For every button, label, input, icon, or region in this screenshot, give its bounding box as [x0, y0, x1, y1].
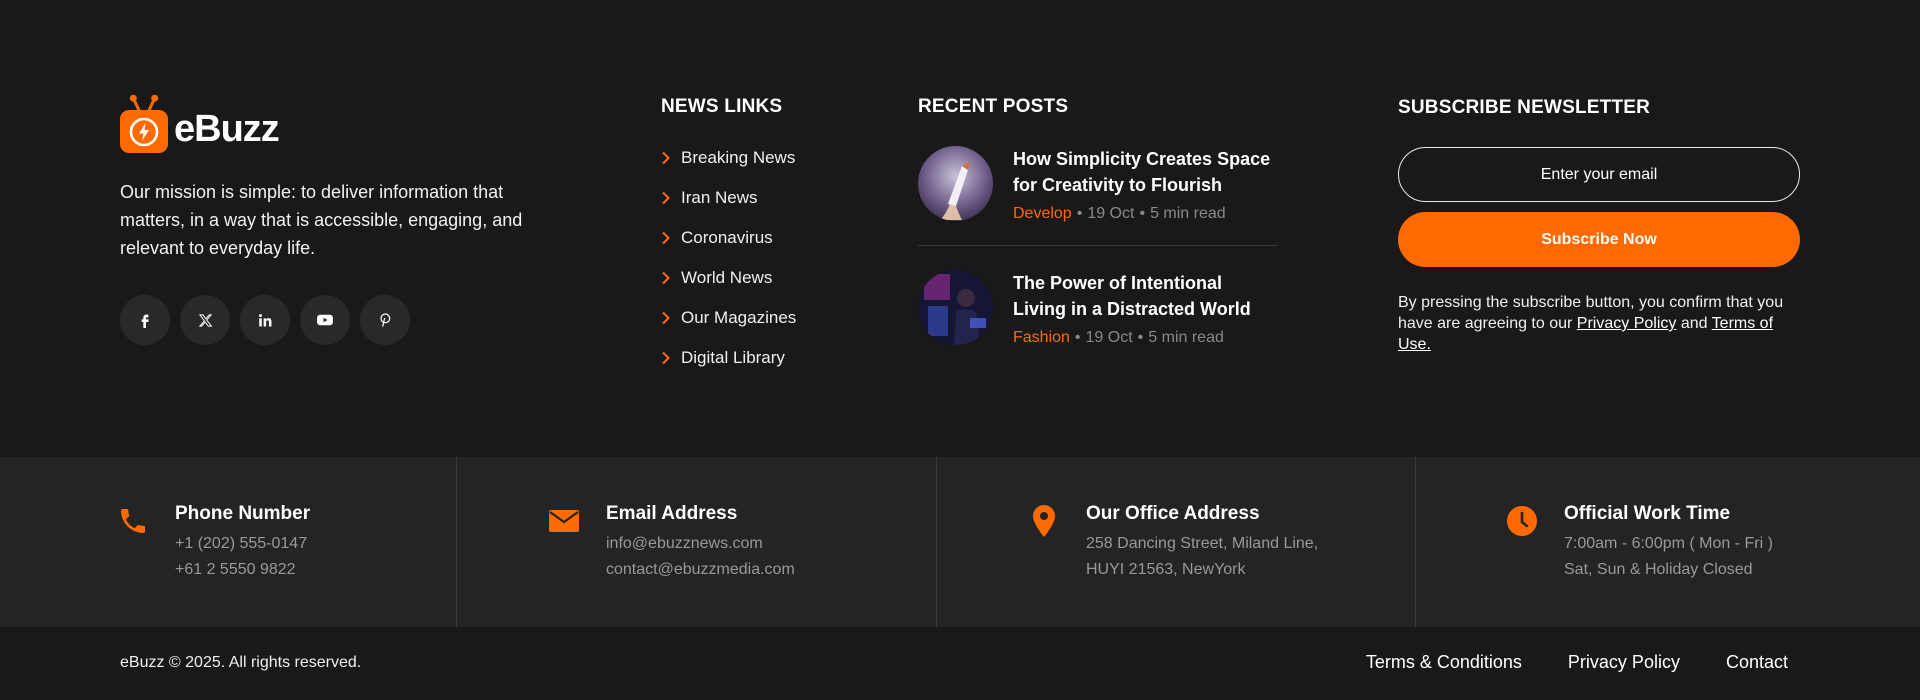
contact-address: Our Office Address 258 Dancing Street, M…	[937, 457, 1416, 627]
subscribe-button[interactable]: Subscribe Now	[1398, 212, 1800, 267]
contact-line: Sat, Sun & Holiday Closed	[1564, 561, 1753, 578]
post-read-time: 5 min read	[1150, 205, 1226, 222]
recent-posts-title: RECENT POSTS	[918, 96, 1069, 117]
contact-line[interactable]: contact@ebuzzmedia.com	[606, 561, 795, 579]
post-category[interactable]: Fashion	[1013, 329, 1070, 346]
contact-line[interactable]: info@ebuzznews.com	[606, 535, 763, 553]
contact-line: 7:00am - 6:00pm ( Mon - Fri )	[1564, 535, 1773, 552]
terms-conditions-link[interactable]: Terms & Conditions	[1366, 652, 1522, 673]
chevron-right-icon	[661, 351, 671, 365]
brand-name: eBuzz	[174, 107, 280, 150]
contact-band: Phone Number +1 (202) 555-0147 +61 2 555…	[0, 457, 1920, 627]
pinterest-link[interactable]	[360, 295, 410, 345]
tv-bolt-icon	[120, 98, 168, 156]
email-input[interactable]	[1398, 147, 1800, 202]
post-thumbnail[interactable]	[918, 146, 993, 221]
brand-logo[interactable]: eBuzz	[120, 98, 280, 156]
post-date: 19 Oct	[1085, 329, 1133, 346]
envelope-icon	[547, 504, 581, 538]
chevron-right-icon	[661, 311, 671, 325]
mission-text: Our mission is simple: to deliver inform…	[120, 182, 523, 258]
news-link-magazines[interactable]: Our Magazines	[661, 298, 796, 338]
news-links-list: Breaking News Iran News Coronavirus Worl…	[661, 138, 796, 378]
linkedin-link[interactable]	[240, 295, 290, 345]
footer-bottom-bar: eBuzz © 2025. All rights reserved. Terms…	[0, 627, 1920, 700]
contact-line[interactable]: +1 (202) 555-0147	[175, 535, 307, 553]
facebook-link[interactable]	[120, 295, 170, 345]
map-pin-icon	[1027, 504, 1061, 538]
youtube-link[interactable]	[300, 295, 350, 345]
contact-line: HUYI 21563, NewYork	[1086, 561, 1246, 578]
news-link-breaking[interactable]: Breaking News	[661, 138, 796, 178]
post-thumbnail[interactable]	[918, 270, 993, 345]
contact-heading: Official Work Time	[1564, 503, 1731, 524]
recent-post: The Power of Intentional Living in a Dis…	[918, 270, 1278, 347]
contact-heading: Email Address	[606, 503, 738, 524]
post-read-time: 5 min read	[1148, 329, 1224, 346]
youtube-icon	[317, 314, 333, 326]
news-links-title: NEWS LINKS	[661, 96, 783, 117]
contact-email: Email Address info@ebuzznews.com contact…	[457, 457, 937, 627]
pinterest-icon	[380, 313, 391, 327]
post-divider	[918, 245, 1278, 246]
contact-phone: Phone Number +1 (202) 555-0147 +61 2 555…	[0, 457, 457, 627]
footer-links: Terms & Conditions Privacy Policy Contac…	[1366, 652, 1788, 673]
linkedin-icon	[258, 313, 271, 326]
post-meta: Fashion • 19 Oct • 5 min read	[1013, 329, 1224, 346]
x-link[interactable]	[180, 295, 230, 345]
contact-work-time: Official Work Time 7:00am - 6:00pm ( Mon…	[1416, 457, 1920, 627]
recent-post: How Simplicity Creates Space for Creativ…	[918, 146, 1278, 223]
post-meta: Develop • 19 Oct • 5 min read	[1013, 205, 1226, 222]
contact-line[interactable]: +61 2 5550 9822	[175, 561, 296, 579]
privacy-policy-link[interactable]: Privacy Policy	[1577, 315, 1677, 332]
chevron-right-icon	[661, 191, 671, 205]
news-link-coronavirus[interactable]: Coronavirus	[661, 218, 796, 258]
x-icon	[198, 313, 212, 327]
subscribe-note: By pressing the subscribe button, you co…	[1398, 294, 1784, 353]
chevron-right-icon	[661, 271, 671, 285]
copyright-text: eBuzz © 2025. All rights reserved.	[120, 654, 362, 671]
contact-heading: Our Office Address	[1086, 503, 1260, 524]
post-category[interactable]: Develop	[1013, 205, 1072, 222]
facebook-icon	[141, 314, 149, 328]
contact-line: 258 Dancing Street, Miland Line,	[1086, 535, 1319, 552]
phone-icon	[116, 504, 150, 538]
post-title[interactable]: The Power of Intentional Living in a Dis…	[1013, 270, 1278, 322]
clock-icon	[1505, 504, 1539, 538]
chevron-right-icon	[661, 151, 671, 165]
social-links	[120, 295, 410, 345]
contact-heading: Phone Number	[175, 503, 311, 524]
chevron-right-icon	[661, 231, 671, 245]
newsletter-title: SUBSCRIBE NEWSLETTER	[1398, 97, 1651, 118]
news-link-world[interactable]: World News	[661, 258, 796, 298]
post-date: 19 Oct	[1087, 205, 1135, 222]
contact-link[interactable]: Contact	[1726, 652, 1788, 673]
news-link-library[interactable]: Digital Library	[661, 338, 796, 378]
post-title[interactable]: How Simplicity Creates Space for Creativ…	[1013, 146, 1278, 198]
privacy-policy-link[interactable]: Privacy Policy	[1568, 652, 1680, 673]
footer-main: eBuzz Our mission is simple: to deliver …	[0, 0, 1920, 457]
news-link-iran[interactable]: Iran News	[661, 178, 796, 218]
